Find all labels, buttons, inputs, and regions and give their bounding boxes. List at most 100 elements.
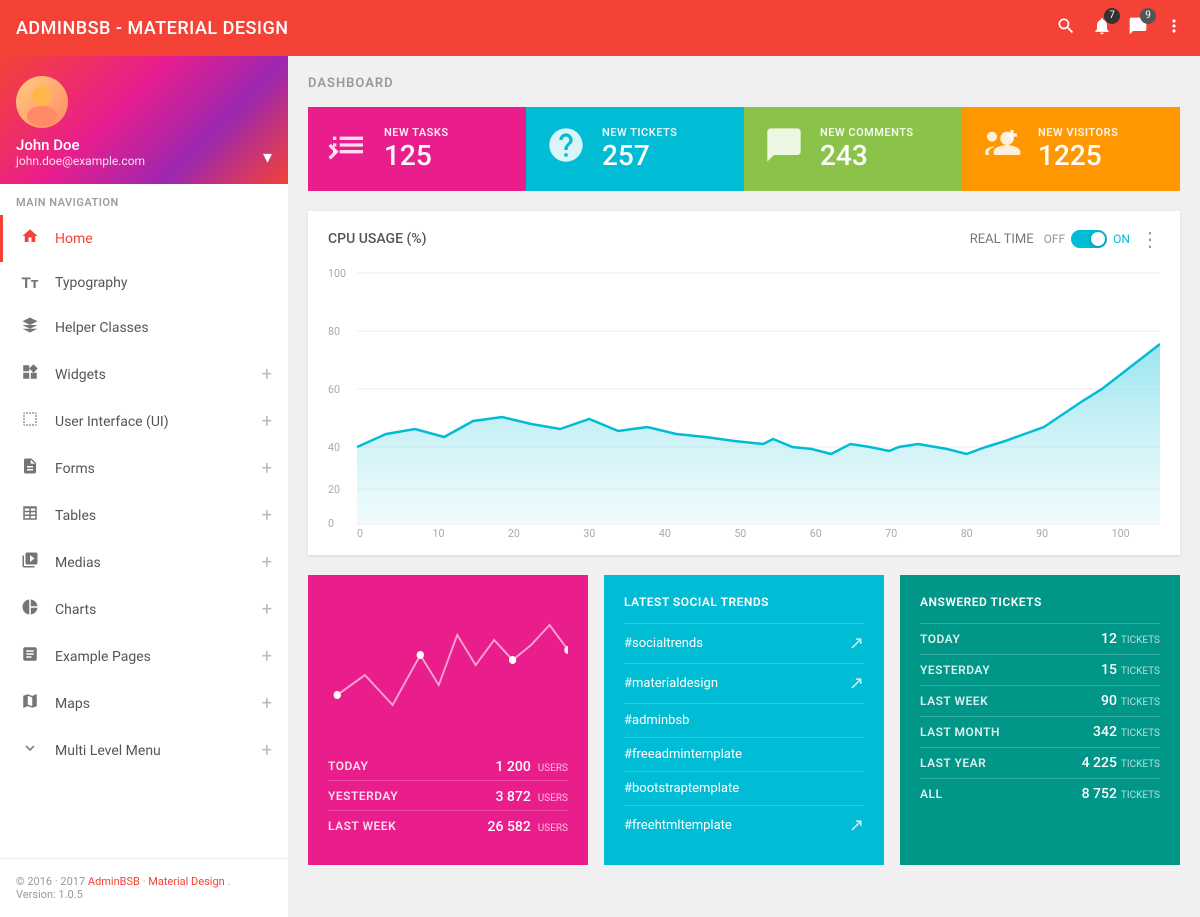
- ticket-today-count: 12: [1101, 631, 1117, 647]
- tickets-icon: [546, 125, 586, 173]
- message-icon[interactable]: 9: [1128, 16, 1148, 41]
- more-vert-icon[interactable]: [1164, 16, 1184, 41]
- tasks-icon: [328, 125, 368, 173]
- multi-expand-icon[interactable]: +: [262, 740, 272, 761]
- example-expand-icon[interactable]: +: [262, 646, 272, 667]
- svg-text:80: 80: [961, 527, 973, 539]
- trend-row-5: #bootstraptemplate: [624, 771, 864, 805]
- sparkline-lastweek: LAST WEEK 26 582 USERS: [328, 810, 568, 840]
- chart-more-icon[interactable]: ⋮: [1140, 227, 1160, 251]
- tables-expand-icon[interactable]: +: [262, 505, 272, 526]
- nav-home-label: Home: [55, 231, 272, 247]
- sidebar-item-typography[interactable]: Tт Typography: [0, 262, 288, 304]
- medias-expand-icon[interactable]: +: [262, 552, 272, 573]
- sidebar-item-ui[interactable]: User Interface (UI) +: [0, 398, 288, 445]
- ui-icon: [19, 410, 41, 433]
- svg-text:20: 20: [508, 527, 520, 539]
- trend-tag-3: #adminbsb: [624, 713, 864, 728]
- comments-icon: [764, 125, 804, 173]
- forms-expand-icon[interactable]: +: [262, 458, 272, 479]
- stat-card-tasks: NEW TASKS 125: [308, 107, 526, 191]
- sidebar-item-charts[interactable]: Charts +: [0, 586, 288, 633]
- widgets-expand-icon[interactable]: +: [262, 364, 272, 385]
- example-pages-icon: [19, 645, 41, 668]
- ticket-lastmonth-count: 342: [1093, 724, 1117, 740]
- trend-arrow-1: ↗: [849, 633, 864, 654]
- visitors-icon: [982, 125, 1022, 173]
- ticket-all-count: 8 752: [1082, 786, 1117, 802]
- cpu-chart-panel: CPU USAGE (%) REAL TIME OFF ON ⋮: [308, 211, 1180, 555]
- ticket-lastmonth: LAST MONTH 342 TICKETS: [920, 716, 1160, 747]
- nav-tables-label: Tables: [55, 508, 248, 524]
- charts-expand-icon[interactable]: +: [262, 599, 272, 620]
- sidebar-item-maps[interactable]: Maps +: [0, 680, 288, 727]
- svg-text:0: 0: [357, 527, 363, 539]
- widgets-icon: [19, 363, 41, 386]
- message-badge: 9: [1140, 8, 1156, 24]
- ticket-all-unit: TICKETS: [1121, 790, 1160, 801]
- trend-tag-2: #materialdesign: [624, 676, 849, 691]
- ticket-lastweek: LAST WEEK 90 TICKETS: [920, 685, 1160, 716]
- sparkline-yesterday-unit: USERS: [538, 793, 568, 804]
- answered-tickets-card: ANSWERED TICKETS TODAY 12 TICKETS YESTER…: [900, 575, 1180, 865]
- bottom-cards: TODAY 1 200 USERS YESTERDAY 3 872 USERS: [308, 575, 1180, 865]
- maps-expand-icon[interactable]: +: [262, 693, 272, 714]
- visitors-value: 1225: [1038, 139, 1118, 173]
- stat-card-tickets: NEW TICKETS 257: [526, 107, 744, 191]
- sidebar-item-home[interactable]: Home: [0, 215, 288, 262]
- answered-tickets-title: ANSWERED TICKETS: [920, 595, 1160, 609]
- sparkline-card: TODAY 1 200 USERS YESTERDAY 3 872 USERS: [308, 575, 588, 865]
- multi-level-icon: [19, 739, 41, 762]
- nav-medias-label: Medias: [55, 555, 248, 571]
- sidebar-item-tables[interactable]: Tables +: [0, 492, 288, 539]
- sidebar-item-forms[interactable]: Forms +: [0, 445, 288, 492]
- profile-name: John Doe: [16, 136, 272, 154]
- svg-text:60: 60: [810, 527, 822, 539]
- svg-text:90: 90: [1036, 527, 1048, 539]
- notification-badge: 7: [1104, 8, 1120, 24]
- realtime-label: REAL TIME: [970, 232, 1034, 247]
- sidebar-item-widgets[interactable]: Widgets +: [0, 351, 288, 398]
- sidebar-profile: John Doe john.doe@example.com ▾: [0, 56, 288, 184]
- sparkline-yesterday-label: YESTERDAY: [328, 789, 398, 803]
- sparkline-lastweek-label: LAST WEEK: [328, 819, 396, 833]
- trend-row-2: #materialdesign ↗: [624, 663, 864, 703]
- medias-icon: [19, 551, 41, 574]
- comments-label: NEW COMMENTS: [820, 126, 914, 139]
- nav-typography-label: Typography: [55, 275, 272, 291]
- stat-cards: NEW TASKS 125 NEW TICKETS 257 NEW COMM: [308, 107, 1180, 191]
- svg-text:60: 60: [328, 383, 340, 396]
- material-design-link[interactable]: Material Design: [148, 875, 224, 888]
- trend-row-3: #adminbsb: [624, 703, 864, 737]
- trend-tag-5: #bootstraptemplate: [624, 781, 864, 796]
- nav-widgets-label: Widgets: [55, 367, 248, 383]
- social-trends-card: LATEST SOCIAL TRENDS #socialtrends ↗ #ma…: [604, 575, 884, 865]
- sidebar: John Doe john.doe@example.com ▾ MAIN NAV…: [0, 56, 288, 917]
- cpu-chart-svg: 100 80 60 40 20 0 0 10 20: [328, 259, 1160, 539]
- search-icon[interactable]: [1056, 16, 1076, 41]
- trend-arrow-6: ↗: [849, 815, 864, 836]
- app-title: ADMINBSB - MATERIAL DESIGN: [16, 18, 289, 39]
- maps-icon: [19, 692, 41, 715]
- trend-row-6: #freehtmltemplate ↗: [624, 805, 864, 845]
- sparkline-today: TODAY 1 200 USERS: [328, 751, 568, 780]
- realtime-toggle[interactable]: [1071, 230, 1107, 248]
- chevron-down-icon[interactable]: ▾: [263, 147, 272, 168]
- ui-expand-icon[interactable]: +: [262, 411, 272, 432]
- comments-value: 243: [820, 139, 914, 173]
- toggle-on-label: ON: [1113, 232, 1130, 246]
- ticket-lastweek-unit: TICKETS: [1121, 697, 1160, 708]
- sidebar-item-multi-level[interactable]: Multi Level Menu +: [0, 727, 288, 774]
- svg-text:40: 40: [328, 441, 340, 454]
- adminbsb-link[interactable]: AdminBSB: [88, 875, 140, 888]
- tickets-value: 257: [602, 139, 677, 173]
- sparkline-lastweek-value: 26 582: [488, 819, 531, 835]
- notification-bell-icon[interactable]: 7: [1092, 16, 1112, 41]
- nav-multi-level-label: Multi Level Menu: [55, 743, 248, 759]
- ticket-today: TODAY 12 TICKETS: [920, 623, 1160, 654]
- social-trends-title: LATEST SOCIAL TRENDS: [624, 595, 864, 609]
- sidebar-item-helper-classes[interactable]: Helper Classes: [0, 304, 288, 351]
- sidebar-item-medias[interactable]: Medias +: [0, 539, 288, 586]
- sidebar-item-example-pages[interactable]: Example Pages +: [0, 633, 288, 680]
- svg-text:10: 10: [432, 527, 444, 539]
